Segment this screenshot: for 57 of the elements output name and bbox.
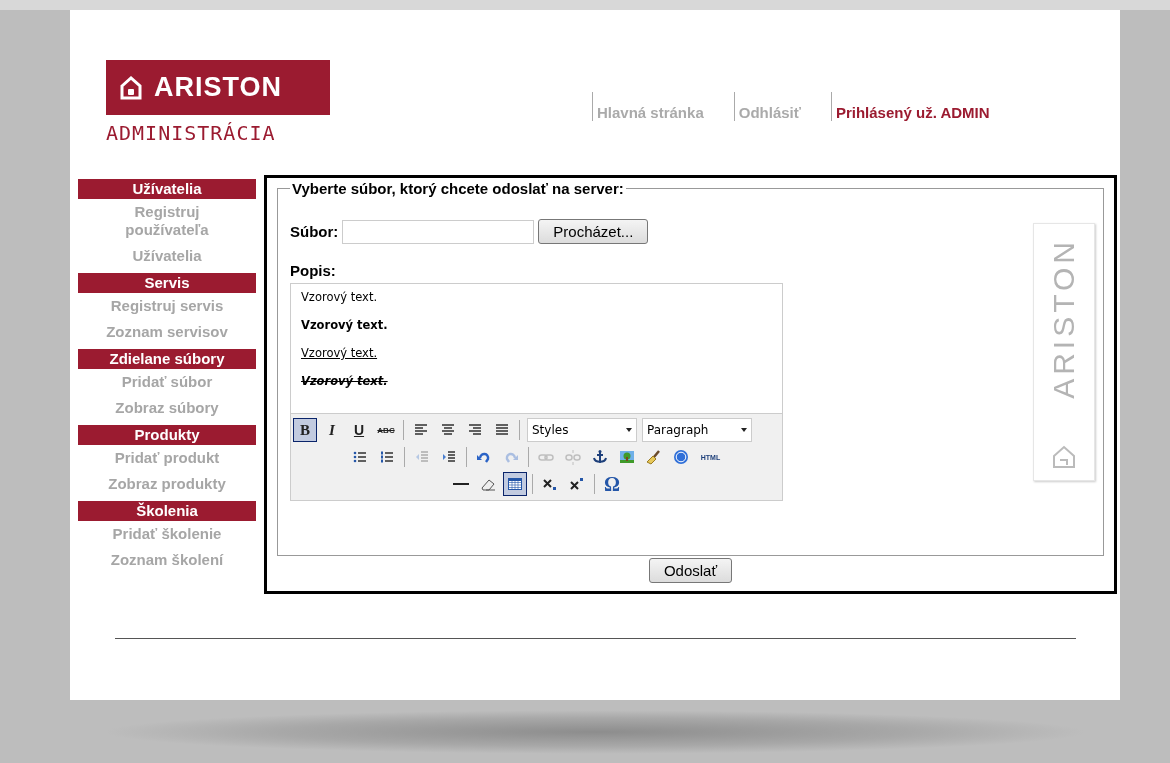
sidebar-link[interactable]: Registruj servis [78,297,256,323]
sidebar-link[interactable]: Pridať súbor [78,373,256,399]
sidebar-heading: Servis [78,273,256,293]
bold-button[interactable]: B [293,418,317,442]
editor-text-line: Vzorový text. [301,290,379,304]
sidebar-link[interactable]: Zoznam servisov [78,323,256,349]
table-icon [507,476,523,492]
horizontal-rule-icon [453,483,469,485]
anchor-icon [591,449,608,465]
nav-link[interactable]: Hlavná stránka [592,92,704,121]
fieldset-legend: Vyberte súbor, ktorý chcete odoslať na server: [290,180,626,197]
vertical-brand-name: ARISTON [1047,238,1081,399]
align-right-icon [467,422,483,438]
editor-text-line: Vzorový text. [301,346,379,360]
sidebar-link[interactable]: Užívatelia [78,247,256,273]
align-center-icon [440,422,456,438]
sidebar-heading: Školenia [78,501,256,521]
editor-text-line: Vzorový text. [301,318,389,332]
submit-button[interactable]: Odoslať [648,558,733,583]
subscript-icon [542,476,558,492]
landscape-image-icon [618,449,635,465]
logo-subtitle: ADMINISTRÁCIA [106,121,277,145]
superscript-icon [569,476,585,492]
caret-icon [741,428,747,432]
underline-button[interactable]: U [347,418,371,442]
sidebar-link[interactable]: Zoznam školení [78,551,256,577]
sidebar-link[interactable]: Pridať školenie [78,525,256,551]
broken-link-icon [564,449,581,465]
sidebar-heading: Zdielane súbory [78,349,256,369]
sidebar-link[interactable]: Zobraz súbory [78,399,256,425]
sidebar-heading: Produkty [78,425,256,445]
numbered-list-icon [378,449,395,465]
bullet-list-icon [351,449,368,465]
sidebar-link[interactable]: Registruj používateľa [78,203,256,247]
charmap-button[interactable]: Ω [600,472,624,496]
caret-icon [626,428,632,432]
strike-button[interactable]: ABC [374,418,398,442]
logged-user-label: Prihlásený už. ADMIN [830,92,990,121]
italic-button[interactable]: I [320,418,344,442]
select-dropdown[interactable]: Styles [527,418,637,442]
browse-button[interactable]: Procházet... [538,219,649,244]
brush-icon [645,449,662,465]
sidebar-link[interactable]: Pridať produkt [78,449,256,475]
justify-icon [494,422,510,438]
indent-icon [440,449,457,465]
sidebar-link[interactable]: Zobraz produkty [78,475,256,501]
house-outline-icon [1051,444,1077,470]
house-icon [120,75,142,100]
file-label: Súbor: [290,223,339,240]
sidebar-heading: Užívatelia [78,179,256,199]
file-input-field[interactable] [342,219,535,244]
editor-text-line: Vzorový text. [301,374,389,388]
select-dropdown[interactable]: Paragraph [642,418,752,442]
brand-name: ARISTON [154,72,282,103]
nav-link[interactable]: Odhlásiť [733,92,801,121]
table-button[interactable] [503,472,527,496]
align-left-icon [413,422,429,438]
